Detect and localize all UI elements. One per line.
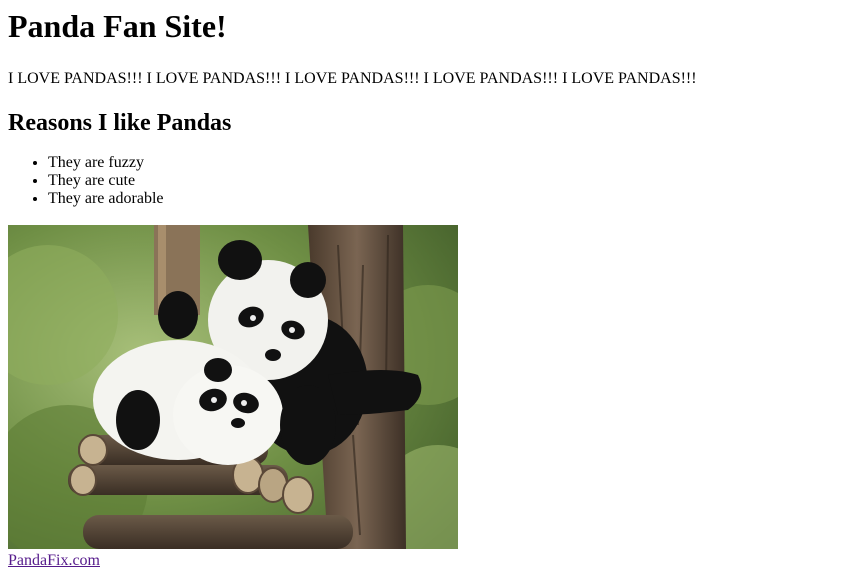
page-title: Panda Fan Site! bbox=[8, 8, 227, 44]
reason-item-cute: They are cute bbox=[48, 172, 866, 190]
reason-item-adorable: They are adorable bbox=[48, 190, 866, 208]
love-line: I LOVE PANDAS!!! I LOVE PANDAS!!! I LOVE… bbox=[8, 70, 697, 87]
reasons-list: They are fuzzy They are cute They are ad… bbox=[8, 154, 866, 208]
pandafix-link[interactable]: PandaFix.com bbox=[8, 553, 100, 569]
reasons-heading: Reasons I like Pandas bbox=[8, 110, 232, 136]
panda-photo bbox=[8, 225, 458, 549]
reason-item-fuzzy: They are fuzzy bbox=[48, 154, 866, 172]
